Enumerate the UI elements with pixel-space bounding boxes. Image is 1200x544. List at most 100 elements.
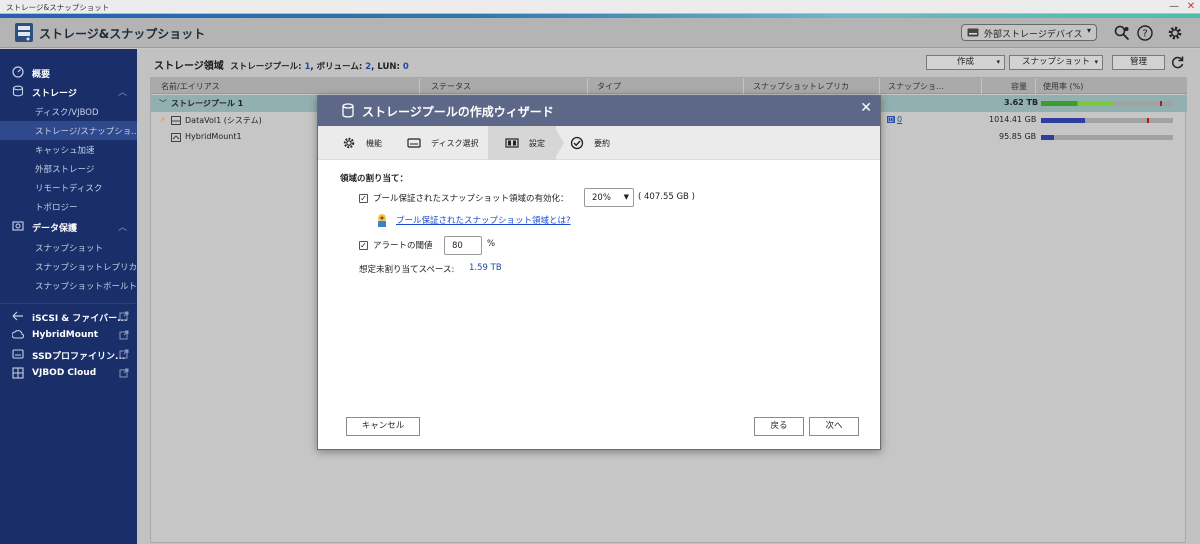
sidebar-item-cache-acceleration[interactable]: キャッシュ加速	[0, 140, 137, 159]
sidebar-item-snapshot-replica[interactable]: スナップショットレプリカ	[0, 257, 137, 276]
storage-icon	[12, 85, 24, 97]
snapshot-button[interactable]: スナップショット ▾	[1009, 55, 1103, 70]
sidebar-item-vjbod-cloud[interactable]: VJBOD Cloud	[0, 364, 137, 383]
disk-icon	[407, 138, 421, 148]
iscsi-icon	[12, 311, 23, 321]
alert-threshold-label: アラートの閾値	[373, 241, 433, 251]
close-icon[interactable]: ✕	[860, 100, 872, 116]
next-button[interactable]: 次へ	[809, 417, 859, 436]
snapshot-space-checkbox[interactable]: ✓	[359, 194, 368, 203]
external-link-icon[interactable]	[119, 330, 129, 340]
column-header[interactable]: スナップショ...	[888, 81, 944, 92]
volume-name: DataVol1 (システム)	[185, 116, 262, 125]
volume-icon	[171, 116, 181, 125]
alert-threshold-mark	[1147, 118, 1149, 123]
vjbod-cloud-icon	[12, 367, 24, 379]
refresh-icon[interactable]	[1170, 55, 1185, 70]
expand-chevron-icon[interactable]: ﹀	[159, 98, 167, 109]
app-logo-icon	[15, 23, 33, 42]
column-header[interactable]: スナップショットレプリカ	[753, 81, 849, 92]
column-header[interactable]: ステータス	[431, 81, 471, 92]
external-link-icon[interactable]	[119, 368, 129, 378]
sidebar: 概要 ストレージ ︿ ディスク/VJBOD ストレージ/スナップショ... キャ…	[0, 49, 139, 544]
system-volume-icon: ⚡	[160, 115, 166, 124]
sidebar-item-ssd-profiling[interactable]: SSDプロファイリン...	[0, 345, 137, 364]
alert-threshold-input[interactable]: 80	[444, 236, 482, 255]
settings-icon	[505, 138, 519, 148]
sidebar-item-disk-vjbod[interactable]: ディスク/VJBOD	[0, 102, 137, 121]
usage-fill	[1041, 101, 1114, 106]
sidebar-item-iscsi[interactable]: iSCSI & ファイバー...	[0, 307, 137, 326]
table-header: 名前/エイリアス ステータス タイプ スナップショットレプリカ スナップショ..…	[151, 78, 1187, 94]
step-arrow	[554, 126, 564, 160]
snapshot-space-label: プール保証されたスナップショット領域の有効化：	[373, 194, 569, 204]
app-title: ストレージ&スナップショット	[39, 27, 206, 41]
estimate-value: 1.59 TB	[469, 263, 502, 273]
create-pool-wizard: ストレージプールの作成ウィザード ✕ 機能 ディスク選択 設定 要約 領域の割り…	[317, 95, 881, 450]
external-link-icon[interactable]	[119, 349, 129, 359]
sidebar-item-external-storage[interactable]: 外部ストレージ	[0, 159, 137, 178]
chevron-up-icon: ︿	[117, 88, 127, 98]
sidebar-item-storage-snapshot[interactable]: ストレージ/スナップショ...	[0, 121, 139, 140]
gear-icon[interactable]	[1166, 24, 1184, 42]
snapshot-percent-select[interactable]: 20% ▼	[584, 188, 634, 207]
percent-unit: %	[487, 239, 496, 249]
snapshot-count-link[interactable]: 0	[897, 115, 902, 124]
minimize-button[interactable]: —	[1167, 1, 1181, 13]
section-title: 領域の割り当て：	[340, 174, 409, 184]
chevron-up-icon: ︿	[117, 223, 127, 233]
sidebar-group-storage[interactable]: ストレージ ︿	[0, 82, 137, 101]
column-header[interactable]: タイプ	[597, 81, 621, 92]
sidebar-group-data-protection[interactable]: データ保護 ︿	[0, 217, 137, 236]
column-header[interactable]: 使用率 (%)	[1043, 81, 1083, 92]
window-title: ストレージ&スナップショット	[6, 3, 110, 12]
chevron-down-icon: ▾	[1094, 58, 1098, 66]
external-device-label: 外部ストレージデバイス	[984, 30, 1083, 40]
sidebar-item-hybridmount[interactable]: HybridMount	[0, 326, 137, 345]
capacity-value: 95.85 GB	[999, 132, 1037, 141]
column-header[interactable]: 名前/エイリアス	[161, 81, 220, 92]
check-circle-icon	[570, 136, 584, 150]
alert-threshold-checkbox[interactable]: ✓	[359, 241, 368, 250]
back-button[interactable]: 戻る	[754, 417, 804, 436]
sidebar-item-snapshot-vault[interactable]: スナップショットボールト	[0, 276, 137, 295]
cancel-button[interactable]: キャンセル	[346, 417, 420, 436]
external-drive-icon	[967, 28, 979, 37]
snapshot-size-value: ( 407.55 GB )	[638, 192, 695, 202]
volume-name: HybridMount1	[185, 132, 242, 141]
external-link-icon[interactable]	[119, 311, 129, 321]
chevron-down-icon: ▼	[623, 193, 629, 201]
svg-text:?: ?	[1142, 29, 1147, 40]
close-window-button[interactable]: ✕	[1184, 1, 1198, 13]
column-header[interactable]: 容量	[1011, 81, 1027, 92]
sidebar-item-overview[interactable]: 概要	[0, 63, 137, 82]
snapshot-space-help-link[interactable]: プール保証されたスナップショット領域とは?	[396, 214, 571, 226]
hybridmount-volume-icon	[171, 133, 181, 142]
wizard-header: ストレージプールの作成ウィザード ✕	[318, 96, 880, 126]
search-settings-icon[interactable]	[1113, 24, 1131, 42]
help-tip-icon	[378, 214, 386, 227]
sidebar-item-snapshot[interactable]: スナップショット	[0, 238, 137, 257]
external-device-dropdown[interactable]: 外部ストレージデバイス ▾	[961, 24, 1097, 41]
active-step-highlight	[488, 126, 556, 160]
usage-bar	[1041, 118, 1173, 123]
help-icon[interactable]: ?	[1136, 24, 1154, 42]
wizard-title: ストレージプールの作成ウィザード	[362, 105, 554, 119]
snapshot-icon: ◫	[887, 116, 895, 123]
usage-bar	[1041, 135, 1173, 140]
gear-icon	[343, 137, 355, 149]
alert-threshold-mark	[1160, 101, 1162, 106]
ssd-icon	[12, 349, 24, 359]
usage-fill	[1041, 135, 1054, 140]
data-protection-icon	[12, 221, 24, 231]
manage-button[interactable]: 管理	[1112, 55, 1165, 70]
usage-fill	[1041, 118, 1085, 123]
usage-bar	[1041, 101, 1173, 106]
create-button[interactable]: 作成 ▾	[926, 55, 1005, 70]
page-title: ストレージ領域 ストレージプール: 1, ボリューム: 2, LUN: 0	[154, 61, 409, 72]
sidebar-item-remote-disk[interactable]: リモートディスク	[0, 178, 137, 197]
sidebar-item-topology[interactable]: トポロジー	[0, 197, 137, 216]
chevron-down-icon: ▾	[996, 58, 1000, 66]
hybridmount-icon	[12, 330, 24, 339]
chevron-down-icon: ▾	[1086, 26, 1091, 35]
